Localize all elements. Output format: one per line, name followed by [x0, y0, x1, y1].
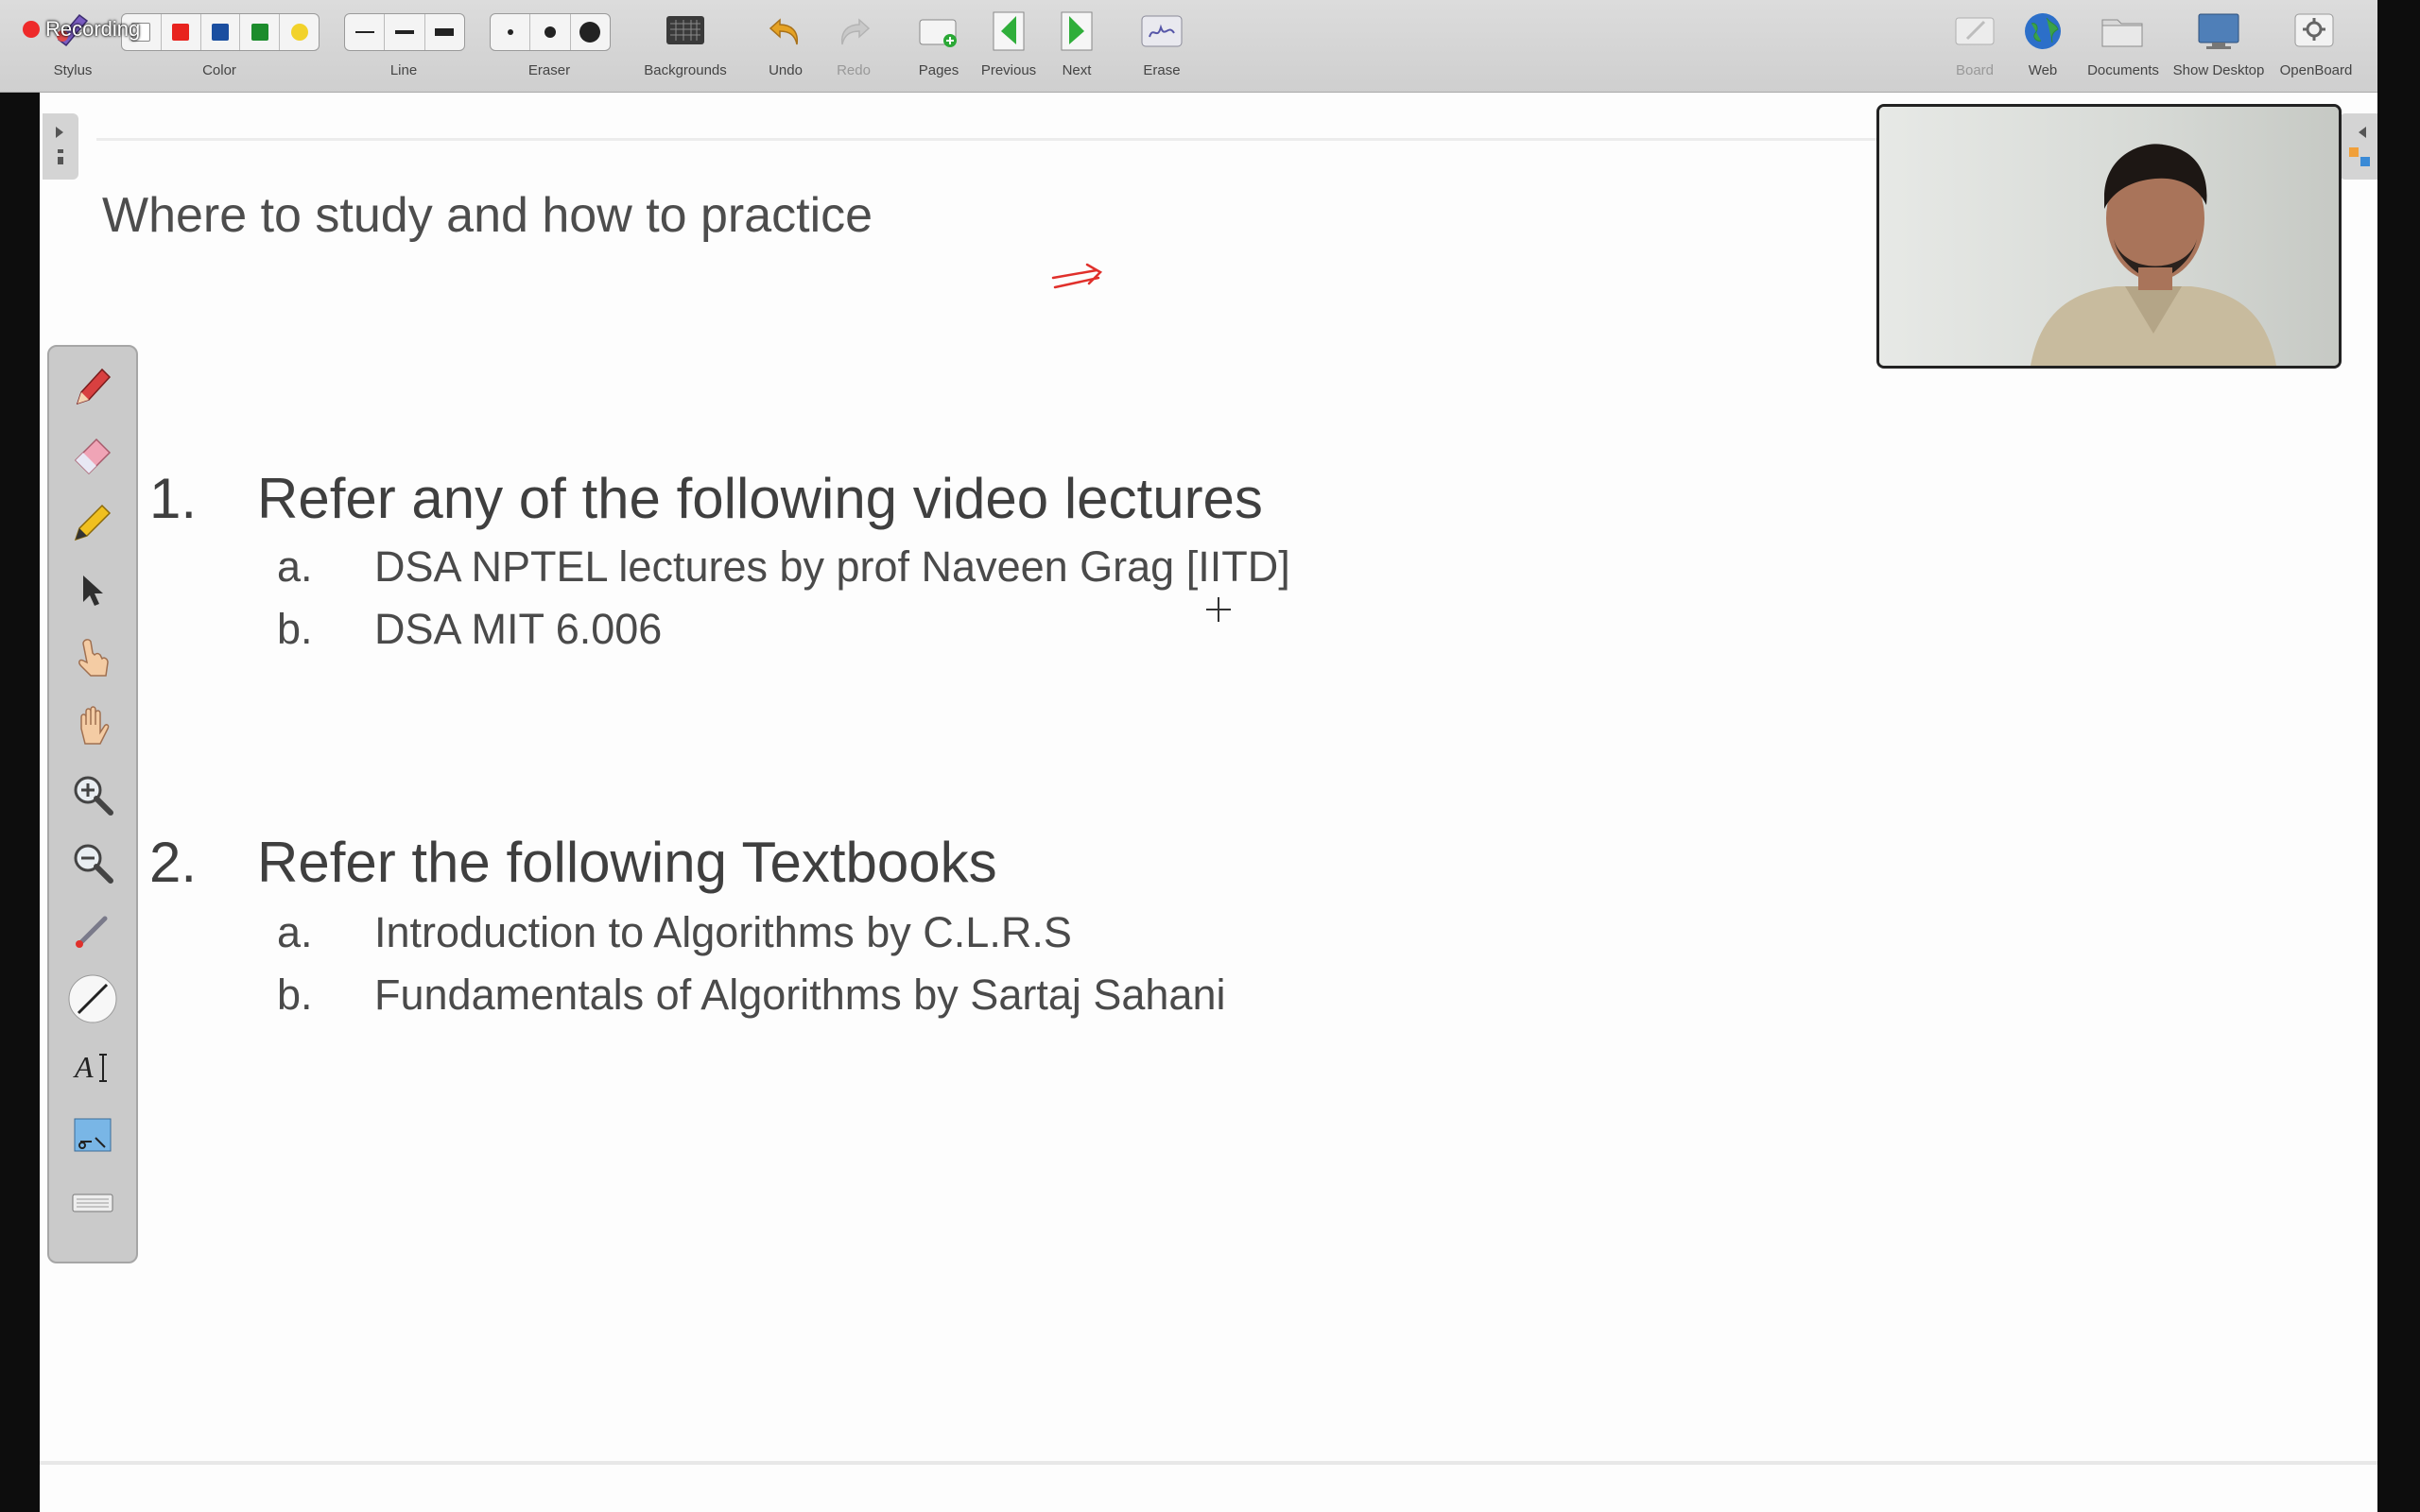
backgrounds-icon[interactable] [664, 9, 707, 53]
line-label: Line [389, 62, 418, 78]
selector-icon[interactable] [64, 562, 121, 619]
section-number: 1. [149, 467, 198, 530]
record-dot-icon [23, 21, 40, 38]
color-label: Color [202, 62, 236, 78]
slide-title: Where to study and how to practice [102, 188, 873, 243]
section-number: 2. [149, 831, 198, 894]
right-panel-toggle[interactable] [2340, 113, 2377, 180]
stylus-label: Stylus [53, 62, 93, 78]
eraser-medium[interactable] [530, 14, 571, 50]
redo-label: Redo [837, 62, 871, 78]
erase-all-icon[interactable] [1140, 9, 1184, 53]
next-label: Next [1062, 62, 1092, 78]
list-item: DSA MIT 6.006 [374, 605, 663, 653]
pages-label: Pages [918, 62, 959, 78]
show-desktop-icon[interactable] [2197, 9, 2240, 53]
eraser-large[interactable] [571, 14, 610, 50]
undo-label: Undo [769, 62, 803, 78]
recording-label: Recording [45, 17, 141, 41]
pen-icon[interactable] [64, 358, 121, 415]
openboard-settings-icon[interactable] [2293, 9, 2337, 53]
capture-icon[interactable] [64, 1107, 121, 1163]
documents-label: Documents [2087, 62, 2159, 78]
color-red[interactable] [162, 14, 201, 50]
keyboard-icon[interactable] [64, 1175, 121, 1231]
crosshair-cursor-icon [1204, 595, 1233, 624]
list-item: DSA NPTEL lectures by prof Naveen Grag [… [374, 542, 1290, 591]
red-arrow-annotation [1049, 263, 1106, 301]
line-thick[interactable] [425, 14, 464, 50]
redo-icon[interactable] [832, 9, 875, 53]
eraser-tool-icon[interactable] [64, 426, 121, 483]
previous-page-icon[interactable] [987, 9, 1030, 53]
svg-text:A: A [73, 1050, 94, 1084]
line-width-picker [344, 13, 465, 51]
top-toolbar: Stylus Color Line Eraser Backgrounds Und… [0, 0, 2377, 93]
eraser-label: Eraser [527, 62, 571, 78]
list-item: Fundamentals of Algorithms by Sartaj Sah… [374, 971, 1226, 1019]
zoom-in-icon[interactable] [64, 766, 121, 823]
item-letter: a. [277, 908, 313, 956]
presenter-video-image [1879, 107, 2339, 366]
documents-folder-icon[interactable] [2100, 9, 2144, 53]
undo-icon[interactable] [764, 9, 807, 53]
webcam-video-feed [1876, 104, 2342, 369]
line-tool-icon[interactable] [64, 971, 121, 1027]
previous-label: Previous [980, 62, 1037, 78]
color-picker [121, 13, 320, 51]
line-medium[interactable] [385, 14, 425, 50]
line-thin[interactable] [345, 14, 386, 50]
highlighter-icon[interactable] [64, 494, 121, 551]
eraser-size-picker [490, 13, 611, 51]
recording-indicator: Recording [23, 17, 140, 42]
pages-icon[interactable] [917, 9, 960, 53]
laser-pointer-icon[interactable] [64, 902, 121, 959]
openboard-label: OpenBoard [2279, 62, 2353, 78]
zoom-out-icon[interactable] [64, 834, 121, 891]
item-letter: b. [277, 605, 313, 653]
board-top-rule [96, 138, 1911, 141]
color-green[interactable] [240, 14, 281, 50]
board-icon[interactable] [1953, 9, 1996, 53]
board-label: Board [1955, 62, 1995, 78]
section-heading: Refer any of the following video lecture… [257, 467, 1263, 530]
interact-icon[interactable] [64, 630, 121, 687]
show-desktop-label: Show Desktop [2172, 62, 2265, 78]
list-item: Introduction to Algorithms by C.L.R.S [374, 908, 1072, 956]
color-yellow[interactable] [280, 14, 319, 50]
backgrounds-label: Backgrounds [644, 62, 727, 78]
item-letter: a. [277, 542, 313, 591]
eraser-small[interactable] [491, 14, 531, 50]
text-tool-icon[interactable]: A [64, 1039, 121, 1095]
erase-label: Erase [1143, 62, 1181, 78]
item-letter: b. [277, 971, 313, 1019]
section-heading: Refer the following Textbooks [257, 831, 997, 894]
color-blue[interactable] [201, 14, 241, 50]
next-page-icon[interactable] [1055, 9, 1098, 53]
tool-palette: A [47, 345, 138, 1263]
board-bottom-rule [40, 1461, 2377, 1465]
web-globe-icon[interactable] [2021, 9, 2065, 53]
hand-icon[interactable] [64, 698, 121, 755]
left-panel-toggle[interactable] [43, 113, 78, 180]
web-label: Web [2028, 62, 2058, 78]
